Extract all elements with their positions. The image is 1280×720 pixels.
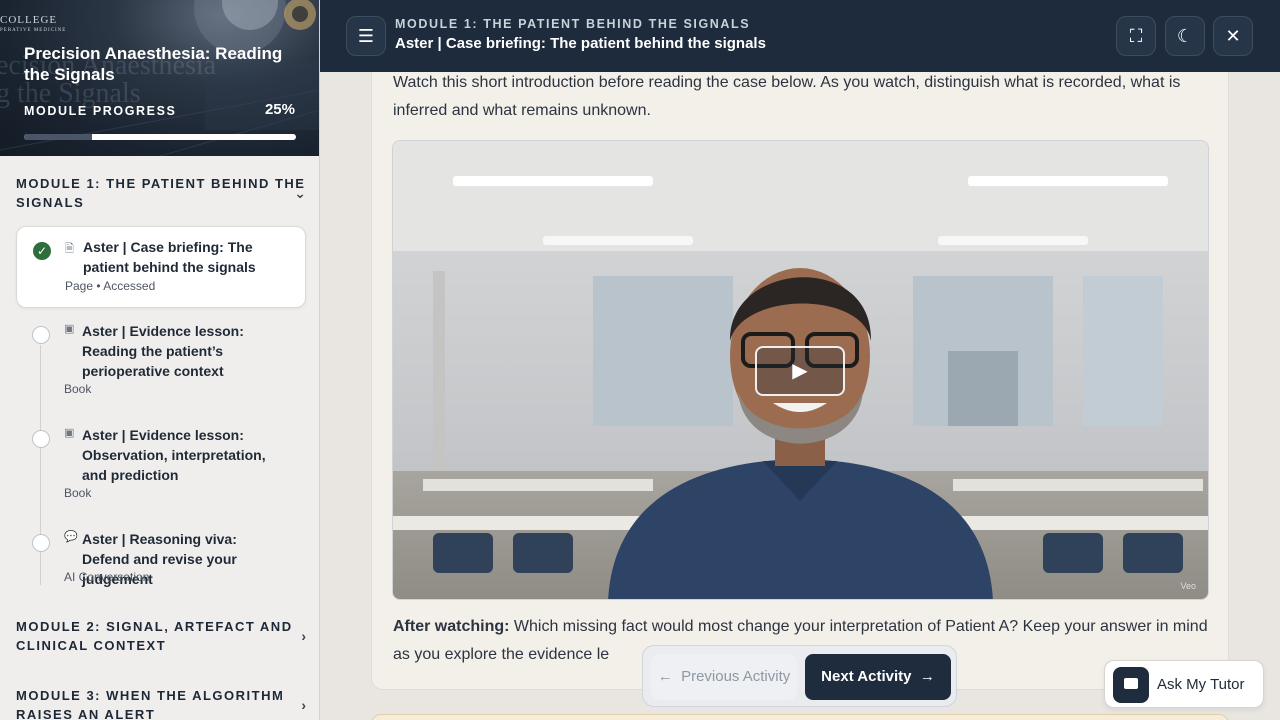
next-activity-button[interactable]: Next Activity →: [805, 654, 951, 700]
chat-bubble-icon: [1113, 667, 1149, 703]
moon-icon: ☾: [1176, 26, 1194, 46]
module-3-header[interactable]: MODULE 3: WHEN THE ALGORITHM RAISES AN A…: [16, 687, 306, 720]
activity-item-evidence-context[interactable]: ▣ Aster | Evidence lesson: Reading the p…: [16, 320, 306, 404]
next-activity-label: Next Activity: [821, 668, 912, 685]
module-kicker: MODULE 1: THE PATIENT BEHIND THE SIGNALS: [395, 17, 751, 31]
book-icon: ▣: [64, 427, 75, 439]
activity-item-evidence-observation[interactable]: ▣ Aster | Evidence lesson: Observation, …: [16, 424, 306, 508]
chat-icon: 💬: [64, 531, 78, 543]
book-icon: ▣: [64, 323, 75, 335]
activity-meta: Book: [64, 382, 92, 396]
activity-navigation: ← Previous Activity Next Activity →: [642, 645, 957, 707]
activity-item-reasoning-viva[interactable]: 💬 Aster | Reasoning viva: Defend and rev…: [16, 528, 306, 592]
chevron-right-icon: ›: [301, 628, 306, 644]
video-player[interactable]: ▶ Veo: [392, 140, 1209, 600]
ask-my-tutor-label: Ask My Tutor: [1157, 676, 1245, 693]
arrow-left-icon: ←: [657, 668, 673, 685]
chevron-down-icon: ⌄: [294, 185, 306, 201]
module-1-header[interactable]: MODULE 1: THE PATIENT BEHIND THE SIGNALS…: [16, 175, 306, 212]
top-bar: ☰ MODULE 1: THE PATIENT BEHIND THE SIGNA…: [320, 0, 1280, 72]
content-card: Watch this short introduction before rea…: [371, 72, 1229, 690]
intro-text: Watch this short introduction before rea…: [393, 74, 1181, 119]
activity-meta: Book: [64, 486, 92, 500]
ask-my-tutor-button[interactable]: Ask My Tutor: [1104, 660, 1264, 708]
page-icon: 🗎: [65, 243, 74, 255]
arrow-right-icon: →: [919, 668, 935, 685]
activity-meta: Page • Accessed: [65, 279, 156, 293]
status-circle-icon: [32, 534, 50, 552]
activity-title: Aster | Evidence lesson: Reading the pat…: [82, 323, 244, 379]
previous-activity-button[interactable]: ← Previous Activity: [651, 654, 797, 700]
progress-label: MODULE PROGRESS: [24, 104, 177, 118]
status-circle-icon: [32, 326, 50, 344]
activity-title: Aster | Case briefing: The patient behin…: [83, 239, 256, 275]
play-icon[interactable]: ▶: [755, 346, 845, 396]
chevron-right-icon: ›: [301, 697, 306, 713]
progress-bar: [24, 134, 296, 140]
progress-bar-fill: [24, 134, 92, 140]
next-content-card: [371, 714, 1229, 720]
theme-toggle-button[interactable]: ☾: [1165, 16, 1205, 56]
previous-activity-label: Previous Activity: [681, 668, 791, 685]
close-button[interactable]: ✕: [1213, 16, 1253, 56]
course-sidebar: COLLEGE PERATIVE MEDICINE ecision Anaest…: [0, 0, 320, 720]
activity-meta: AI Conversation: [64, 570, 150, 584]
status-circle-icon: [32, 430, 50, 448]
completed-check-icon: ✓: [33, 242, 51, 260]
page-title: Aster | Case briefing: The patient behin…: [395, 35, 766, 52]
fullscreen-button[interactable]: ⛶: [1116, 16, 1156, 56]
course-title: Precision Anaesthesia: Reading the Signa…: [24, 44, 283, 84]
course-header: COLLEGE PERATIVE MEDICINE ecision Anaest…: [0, 0, 319, 156]
after-watching-label: After watching:: [393, 618, 510, 635]
college-logo-text: COLLEGE PERATIVE MEDICINE: [0, 14, 67, 33]
fullscreen-icon: ⛶: [1129, 26, 1143, 46]
hamburger-icon: ☰: [357, 26, 375, 46]
video-watermark: Veo: [1180, 581, 1196, 591]
close-icon: ✕: [1225, 26, 1241, 46]
progress-percent: 25%: [264, 101, 295, 118]
activity-title: Aster | Evidence lesson: Observation, in…: [82, 427, 266, 483]
activity-item-case-briefing[interactable]: ✓ 🗎 Aster | Case briefing: The patient b…: [16, 226, 306, 308]
menu-button[interactable]: ☰: [346, 16, 386, 56]
module-2-header[interactable]: MODULE 2: SIGNAL, ARTEFACT AND CLINICAL …: [16, 618, 306, 655]
